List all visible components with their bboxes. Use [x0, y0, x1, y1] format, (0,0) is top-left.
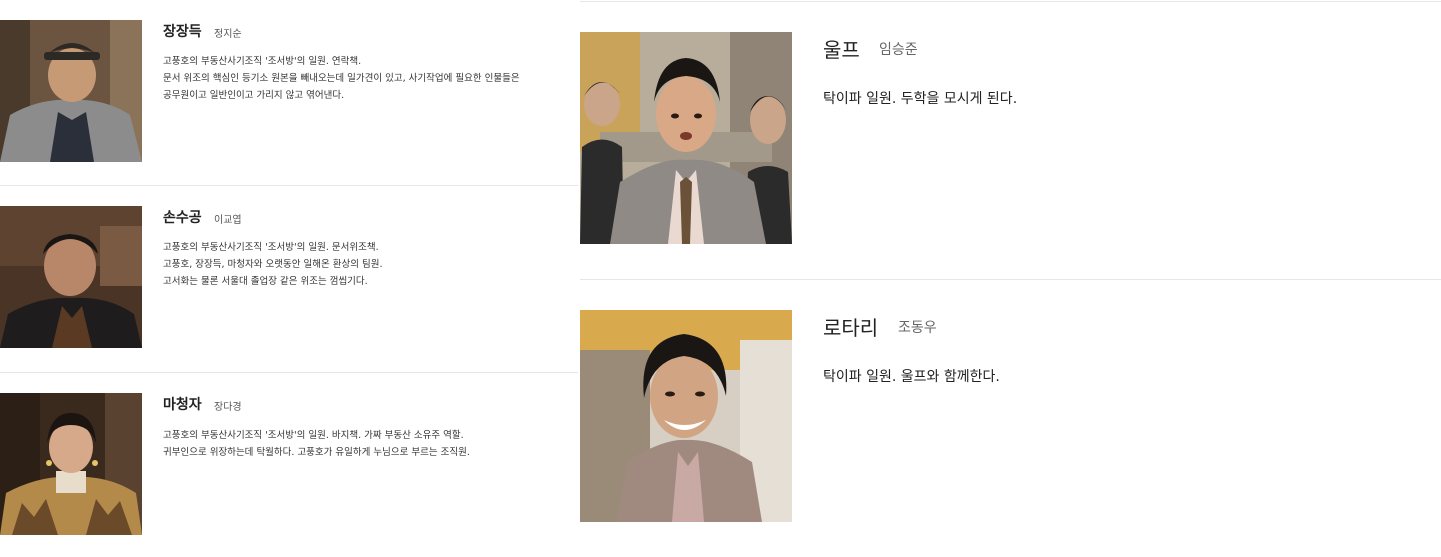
cast-card: 마청자 장다경 고풍호의 부동산사기조직 '조서방'의 일원. 바지책. 가짜 … [0, 373, 578, 557]
actor-name: 정지순 [214, 29, 242, 40]
description-line: 문서 위조의 핵심인 등기소 원본을 빼내오는데 일가견이 있고, 사기작업에 … [163, 73, 520, 84]
cast-description: 고풍호의 부동산사기조직 '조서방'의 일원. 연락책. 문서 위조의 핵심인 … [163, 53, 563, 104]
cast-photo[interactable] [0, 20, 142, 162]
cast-description: 탁이파 일원. 울프와 함께한다. [823, 369, 1000, 385]
cast-description: 고풍호의 부동산사기조직 '조서방'의 일원. 문서위조책. 고풍호, 장장득,… [163, 239, 563, 290]
left-cast-list: 장장득 정지순 고풍호의 부동산사기조직 '조서방'의 일원. 연락책. 문서 … [0, 0, 578, 557]
cast-photo[interactable] [0, 393, 142, 535]
cast-card: 로타리 조동우 탁이파 일원. 울프와 함께한다. [578, 280, 1441, 557]
cast-card: 손수공 이교엽 고풍호의 부동산사기조직 '조서방'의 일원. 문서위조책. 고… [0, 186, 578, 372]
cast-name: 울프 [823, 38, 860, 62]
description-line: 고풍호의 부동산사기조직 '조서방'의 일원. 연락책. [163, 56, 362, 67]
cast-photo[interactable] [0, 206, 142, 348]
cast-card: 장장득 정지순 고풍호의 부동산사기조직 '조서방'의 일원. 연락책. 문서 … [0, 0, 578, 185]
cast-photo[interactable] [580, 310, 792, 522]
cast-name: 손수공 [163, 210, 202, 226]
actor-name: 임승준 [879, 42, 918, 58]
cast-name: 로타리 [823, 316, 879, 340]
actor-name: 조동우 [898, 320, 937, 336]
right-cast-list: 울프 임승준 탁이파 일원. 두학을 모시게 된다. 로타리 조동우 탁이파 일… [578, 0, 1441, 557]
cast-name: 마청자 [163, 397, 202, 413]
cast-photo[interactable] [580, 32, 792, 244]
description-line: 고풍호의 부동산사기조직 '조서방'의 일원. 바지책. 가짜 부동산 소유주 … [163, 430, 464, 441]
actor-name: 장다경 [214, 402, 242, 413]
description-line: 고풍호, 장장득, 마청자와 오랫동안 일해온 환상의 팀원. [163, 259, 383, 270]
actor-name: 이교엽 [214, 215, 242, 226]
cast-description: 고풍호의 부동산사기조직 '조서방'의 일원. 바지책. 가짜 부동산 소유주 … [163, 427, 563, 461]
description-line: 고풍호의 부동산사기조직 '조서방'의 일원. 문서위조책. [163, 242, 379, 253]
cast-description: 탁이파 일원. 두학을 모시게 된다. [823, 91, 1018, 107]
description-line: 공무원이고 일반인이고 가리지 않고 엮어낸다. [163, 90, 345, 101]
description-line: 귀부인으로 위장하는데 탁월하다. 고풍호가 유일하게 누님으로 부르는 조직원… [163, 447, 470, 458]
cast-name: 장장득 [163, 24, 202, 40]
description-line: 고서화는 물론 서울대 졸업장 같은 위조는 껌씹기다. [163, 276, 368, 287]
cast-card: 울프 임승준 탁이파 일원. 두학을 모시게 된다. [578, 2, 1441, 279]
